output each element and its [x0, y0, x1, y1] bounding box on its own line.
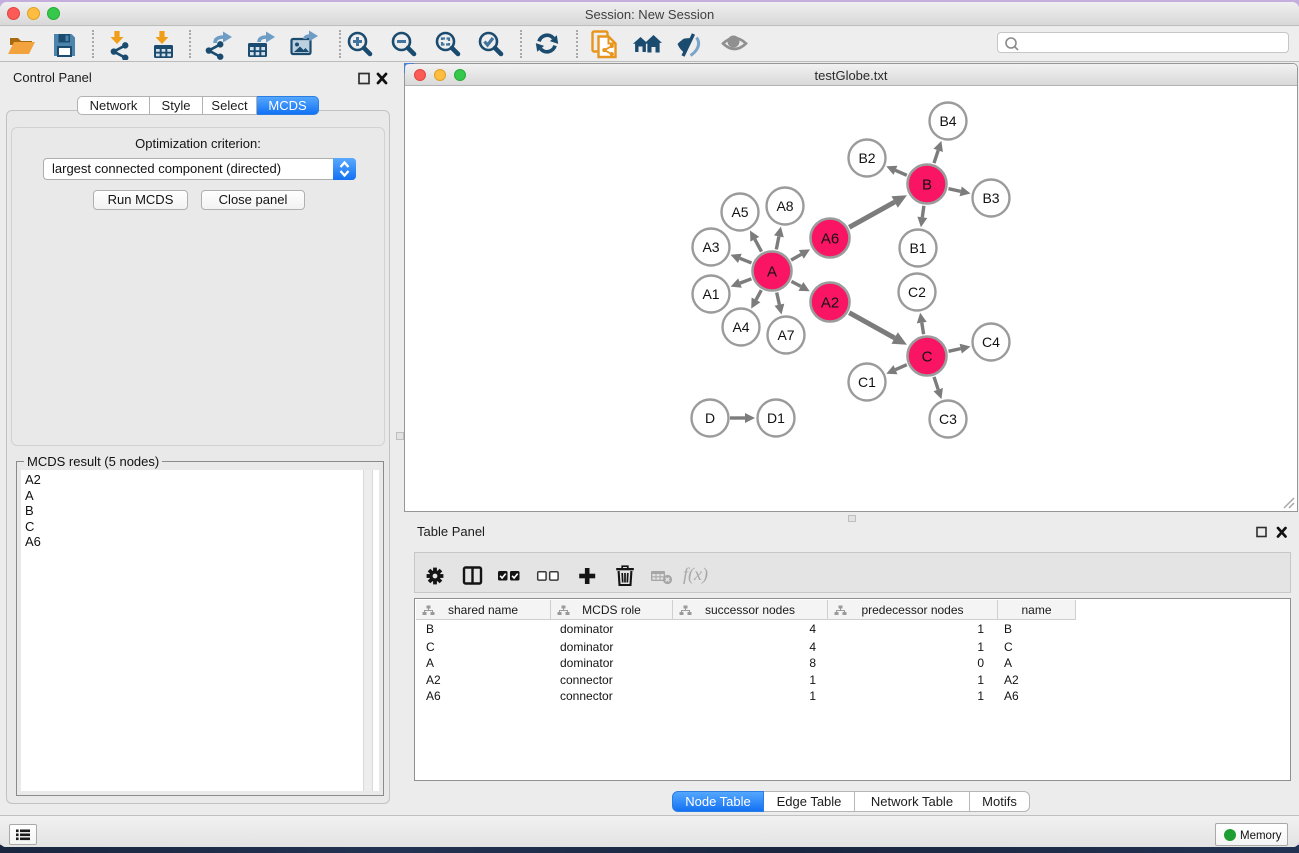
svg-text:Memory: Memory: [1240, 830, 1282, 842]
svg-text:C1: C1: [858, 374, 876, 390]
svg-text:A3: A3: [702, 239, 719, 255]
svg-text:C3: C3: [939, 411, 957, 427]
svg-text:B2: B2: [858, 150, 875, 166]
svg-text:D: D: [705, 410, 715, 426]
svg-text:C2: C2: [908, 284, 926, 300]
svg-text:A: A: [767, 264, 777, 281]
svg-text:A7: A7: [777, 327, 794, 343]
svg-text:A5: A5: [731, 204, 748, 220]
svg-text:B3: B3: [982, 190, 999, 206]
svg-text:D1: D1: [767, 410, 785, 426]
svg-text:B1: B1: [909, 240, 926, 256]
svg-text:A2: A2: [821, 295, 839, 312]
svg-text:A8: A8: [776, 198, 793, 214]
svg-text:C: C: [922, 349, 933, 366]
svg-text:B: B: [922, 177, 932, 194]
svg-text:A6: A6: [821, 231, 839, 248]
svg-text:C4: C4: [982, 334, 1000, 350]
svg-text:B4: B4: [939, 113, 956, 129]
svg-text:A1: A1: [702, 286, 719, 302]
svg-text:A4: A4: [732, 319, 749, 335]
